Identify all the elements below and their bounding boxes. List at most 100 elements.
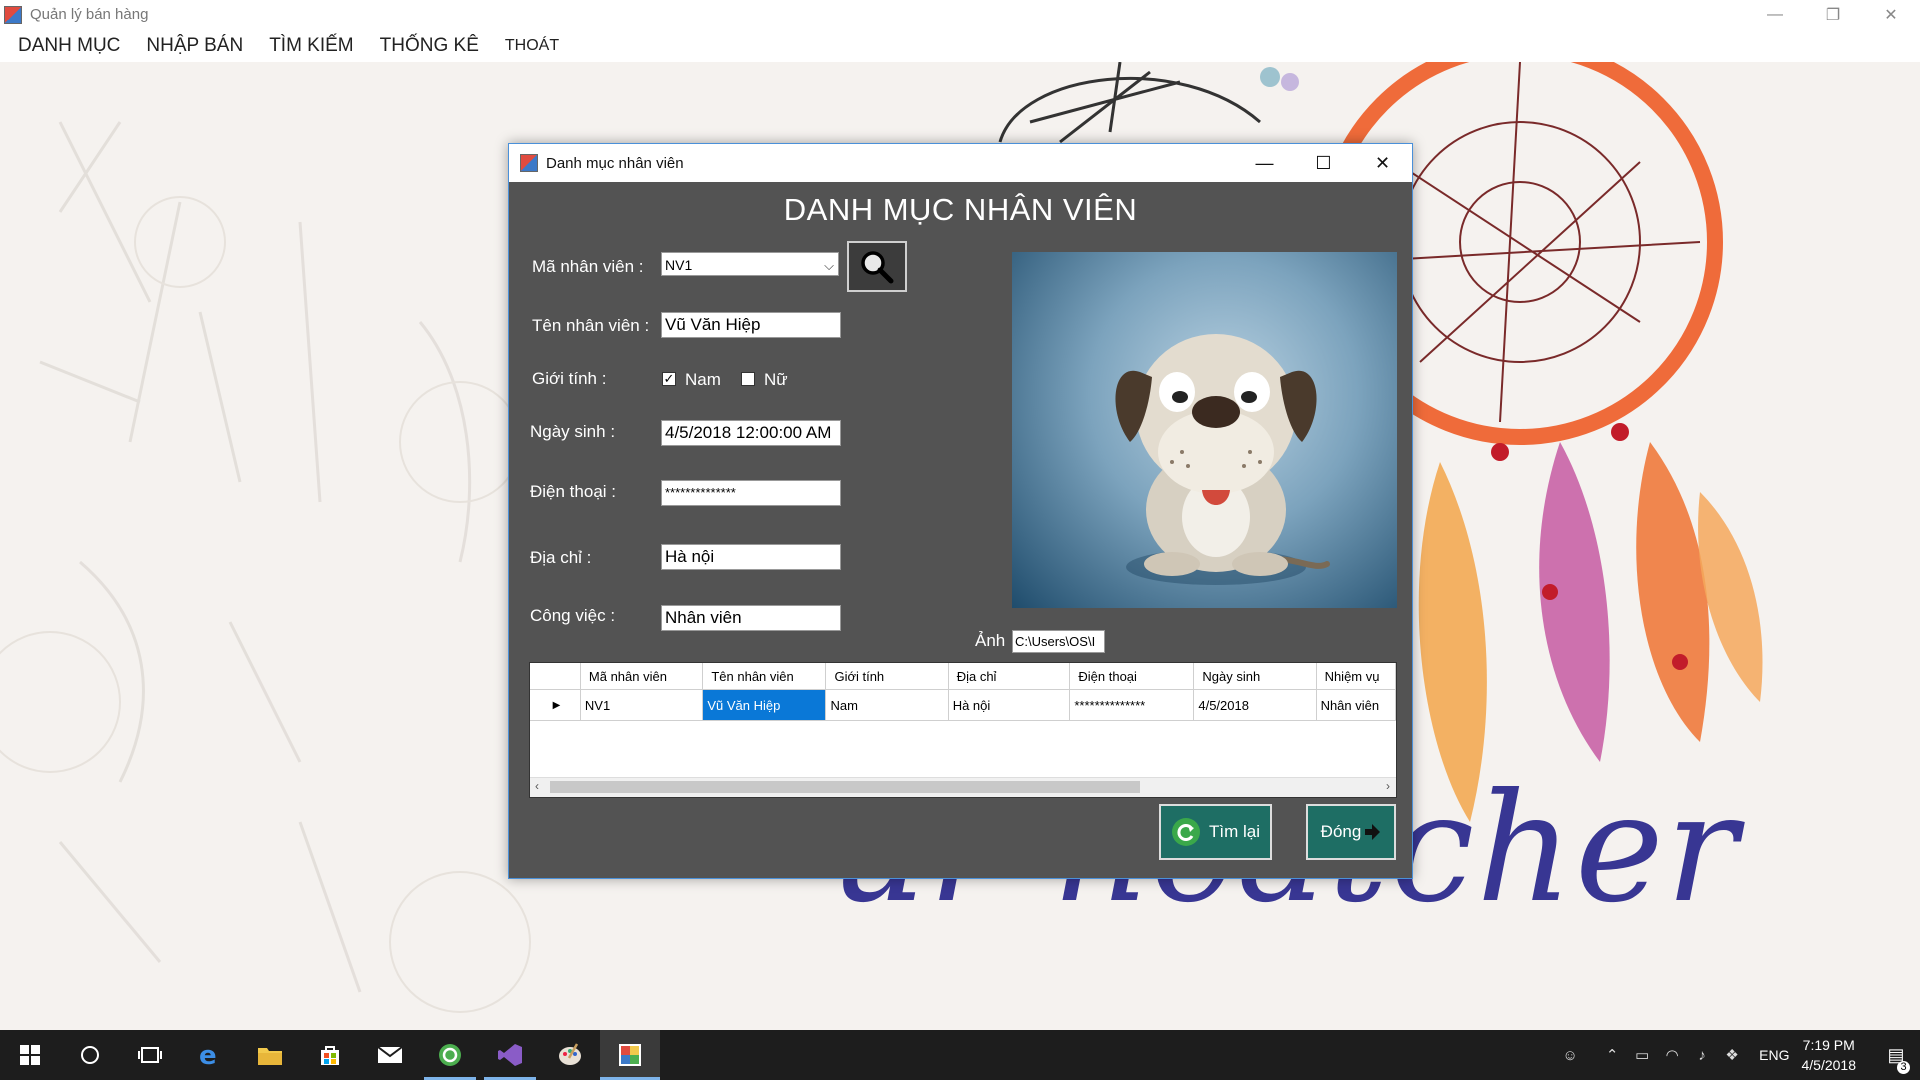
svg-text:e: e: [199, 1042, 217, 1068]
photo-path-input[interactable]: C:\Users\OS\I: [1012, 630, 1105, 653]
job-input[interactable]: Nhân viên: [661, 605, 841, 631]
clock[interactable]: 7:19 PM 4/5/2018: [1802, 1035, 1857, 1075]
people-icon[interactable]: ☺: [1555, 1047, 1585, 1064]
table-cell[interactable]: Nam: [825, 689, 949, 721]
green-app-icon: [439, 1044, 461, 1066]
employee-grid: Mã nhân viên Tên nhân viên Giới tính Địa…: [529, 662, 1397, 798]
app-green-taskbar-item[interactable]: [420, 1030, 480, 1080]
taskbar: e ☺ ⌃ ▭ ◠ ♪ ❖ ENG 7:19 PM 4/5/2018 ▤ 3: [0, 1030, 1920, 1080]
grid-header-row: Mã nhân viên Tên nhân viên Giới tính Địa…: [530, 663, 1396, 690]
chevron-down-icon[interactable]: ⌵: [824, 256, 834, 275]
menu-bar: DANH MỤC NHẬP BÁN TÌM KIẾM THỐNG KÊ THOÁ…: [0, 29, 1920, 62]
gender-label: Giới tính :: [532, 369, 607, 388]
visual-studio-taskbar-item[interactable]: [480, 1030, 540, 1080]
address-label: Địa chỉ :: [530, 548, 592, 567]
volume-icon[interactable]: ♪: [1687, 1047, 1717, 1064]
visual-studio-icon: [498, 1044, 522, 1066]
employee-id-combobox[interactable]: NV1 ⌵: [661, 252, 839, 276]
dialog-maximize-button[interactable]: ☐: [1294, 144, 1353, 182]
folder-icon: [258, 1048, 282, 1065]
paint-palette-icon: [559, 1043, 581, 1065]
windows-logo-icon: [20, 1045, 40, 1065]
edge-taskbar-item[interactable]: e: [180, 1030, 240, 1080]
clock-date: 4/5/2018: [1801, 1057, 1857, 1073]
dialog-app-icon: [520, 154, 538, 172]
grid-header-ten-nv[interactable]: Tên nhân viên: [702, 663, 827, 690]
wifi-icon[interactable]: ◠: [1657, 1046, 1687, 1064]
birthdate-label: Ngày sinh :: [530, 422, 616, 441]
menu-thoat[interactable]: THOÁT: [505, 37, 559, 55]
edge-browser-icon: e: [199, 1042, 217, 1068]
battery-icon[interactable]: ▭: [1627, 1046, 1657, 1064]
employee-id-label: Mã nhân viên :: [532, 257, 644, 276]
table-cell[interactable]: 4/5/2018: [1193, 689, 1317, 721]
job-label: Công việc :: [530, 606, 616, 625]
cortana-circle-icon: [81, 1046, 99, 1064]
cortana-button[interactable]: [60, 1030, 120, 1080]
file-explorer-taskbar-item[interactable]: [240, 1030, 300, 1080]
row-indicator-icon[interactable]: ▶: [530, 689, 581, 721]
employee-photo: [1012, 252, 1397, 608]
table-cell[interactable]: NV1: [580, 689, 704, 721]
male-checkbox[interactable]: ✓: [662, 372, 676, 386]
female-label: Nữ: [764, 370, 788, 389]
dog-cartoon-image: [1115, 334, 1330, 585]
horizontal-scrollbar[interactable]: ‹ ›: [530, 777, 1396, 797]
menu-danh-muc[interactable]: DANH MỤC: [18, 35, 120, 57]
menu-tim-kiem[interactable]: TÌM KIẾM: [269, 35, 353, 57]
store-taskbar-item[interactable]: [300, 1030, 360, 1080]
paint-taskbar-item[interactable]: [540, 1030, 600, 1080]
female-checkbox[interactable]: [741, 372, 755, 386]
chevron-up-icon[interactable]: ⌃: [1597, 1046, 1627, 1064]
grid-header-ma-nv[interactable]: Mã nhân viên: [580, 663, 704, 690]
action-center-button[interactable]: ▤ 3: [1872, 1045, 1920, 1074]
phone-input[interactable]: **************: [661, 480, 841, 506]
scroll-right-icon[interactable]: ›: [1386, 779, 1390, 793]
minimize-button[interactable]: —: [1746, 0, 1804, 29]
table-cell[interactable]: **************: [1069, 689, 1195, 721]
dialog-titlebar: Danh mục nhân viên — ☐ ✕: [509, 144, 1412, 182]
close-dialog-button-label: Đóng: [1320, 822, 1362, 841]
grid-header-dien-thoai[interactable]: Điện thoại: [1069, 663, 1195, 690]
start-button[interactable]: [0, 1030, 60, 1080]
table-cell[interactable]: Nhân viên: [1316, 689, 1396, 721]
employee-name-label: Tên nhân viên :: [532, 316, 650, 335]
address-input[interactable]: Hà nội: [661, 544, 841, 570]
search-button[interactable]: [847, 241, 907, 292]
table-cell[interactable]: Hà nội: [948, 689, 1071, 721]
mail-taskbar-item[interactable]: [360, 1030, 420, 1080]
scroll-left-icon[interactable]: ‹: [535, 779, 539, 793]
grid-header-gioi-tinh[interactable]: Giới tính: [825, 663, 949, 690]
employee-id-value: NV1: [665, 257, 693, 273]
phone-label: Điện thoại :: [530, 482, 616, 501]
grid-header-dia-chi[interactable]: Địa chỉ: [948, 663, 1071, 690]
scrollbar-thumb[interactable]: [550, 781, 1140, 793]
photo-label: Ảnh: [975, 631, 1006, 650]
reset-button[interactable]: Tìm lại: [1159, 804, 1272, 860]
close-button[interactable]: ✕: [1862, 0, 1920, 29]
dialog-close-button[interactable]: ✕: [1353, 144, 1412, 182]
restore-button[interactable]: ❐: [1804, 0, 1862, 29]
main-window-titlebar: Quản lý bán hàng — ❐ ✕: [0, 0, 1920, 29]
notification-count-badge: 3: [1897, 1060, 1910, 1074]
task-view-button[interactable]: [120, 1030, 180, 1080]
grid-header-nhiem-vu[interactable]: Nhiệm vụ: [1316, 663, 1396, 690]
close-dialog-button[interactable]: Đóng: [1306, 804, 1396, 860]
menu-nhap-ban[interactable]: NHẬP BÁN: [146, 35, 243, 57]
menu-thong-ke[interactable]: THỐNG KÊ: [380, 35, 479, 57]
input-language[interactable]: ENG: [1759, 1047, 1789, 1063]
dialog-title: Danh mục nhân viên: [546, 154, 684, 172]
grid-header-ngay-sinh[interactable]: Ngày sinh: [1193, 663, 1317, 690]
table-row[interactable]: ▶ NV1 Vũ Văn Hiệp Nam Hà nội ***********…: [530, 689, 1396, 721]
birthdate-input[interactable]: 4/5/2018 12:00:00 AM: [661, 420, 841, 446]
system-tray: ☺ ⌃ ▭ ◠ ♪ ❖ ENG 7:19 PM 4/5/2018 ▤ 3: [1555, 1030, 1920, 1080]
sales-app-taskbar-item[interactable]: [600, 1030, 660, 1080]
refresh-icon: [1172, 818, 1200, 846]
dialog-minimize-button[interactable]: —: [1235, 144, 1294, 182]
search-icon: [861, 250, 894, 283]
dropbox-icon[interactable]: ❖: [1717, 1046, 1747, 1064]
page-title: DANH MỤC NHÂN VIÊN: [783, 192, 1138, 227]
sales-app-icon: [619, 1044, 641, 1066]
employee-name-input[interactable]: Vũ Văn Hiệp: [661, 312, 841, 338]
table-cell-selected[interactable]: Vũ Văn Hiệp: [702, 689, 827, 721]
